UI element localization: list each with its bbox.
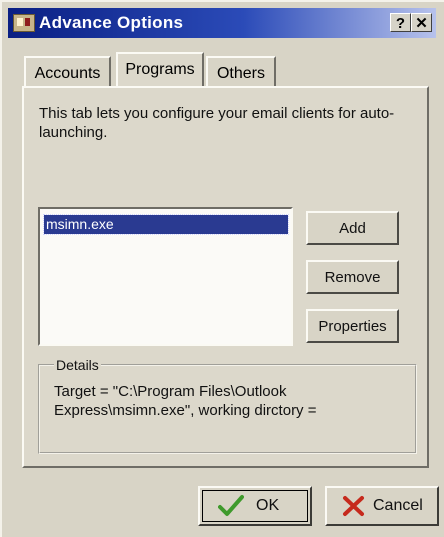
ok-label: OK [256, 497, 280, 514]
checkmark-icon [218, 495, 244, 516]
add-button[interactable]: Add [306, 211, 399, 245]
cancel-button[interactable]: Cancel [325, 486, 439, 526]
list-item[interactable]: msimn.exe [43, 214, 289, 235]
tab-others[interactable]: Others [206, 56, 276, 88]
advance-options-dialog: Advance Options ? ✕ Accounts Programs Ot… [0, 0, 444, 537]
cancel-label: Cancel [373, 497, 423, 514]
help-button[interactable]: ? [390, 13, 411, 32]
mail-app-icon [13, 14, 35, 32]
title-bar[interactable]: Advance Options ? ✕ [8, 8, 436, 38]
details-label: Details [54, 357, 101, 373]
tab-accounts[interactable]: Accounts [24, 56, 111, 88]
x-icon [343, 496, 364, 516]
details-text: Target = "C:\Program Files\Outlook Expre… [54, 383, 317, 419]
ok-button[interactable]: OK [198, 486, 312, 526]
window-title: Advance Options [39, 13, 184, 32]
tab-programs[interactable]: Programs [116, 52, 204, 86]
properties-button[interactable]: Properties [306, 309, 399, 343]
close-button[interactable]: ✕ [411, 13, 432, 32]
tab-description: This tab lets you configure your email c… [39, 105, 395, 141]
email-clients-listbox[interactable]: msimn.exe [38, 207, 293, 346]
remove-button[interactable]: Remove [306, 260, 399, 294]
